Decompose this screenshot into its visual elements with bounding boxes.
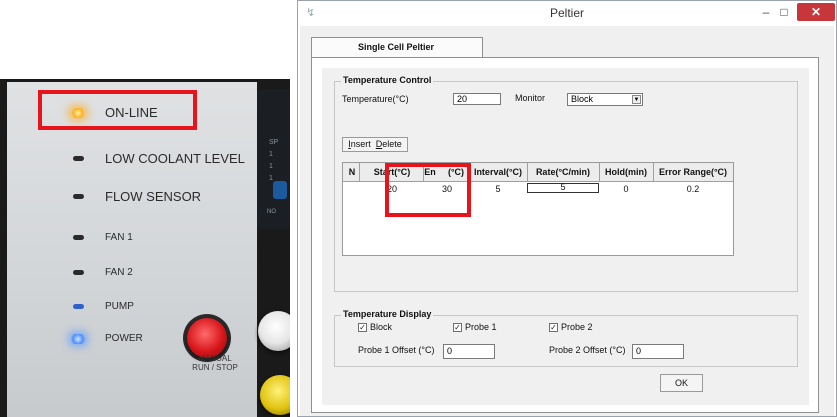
title-bar: ↯ Peltier – □ ✕ xyxy=(298,1,836,25)
fan2-label: FAN 2 xyxy=(105,267,133,278)
display-unit: SP 1 1 1 NO xyxy=(257,89,290,229)
temperature-input[interactable]: 20 xyxy=(453,93,501,105)
probe1-offset-label: Probe 1 Offset (°C) xyxy=(358,345,435,355)
probe1-offset-input[interactable]: 0 xyxy=(443,344,495,359)
col-sep xyxy=(359,163,360,181)
cell-hold[interactable]: 0 xyxy=(599,184,653,194)
low-coolant-led-icon xyxy=(73,156,84,161)
tab-content: Temperature Control Temperature(°C) 20 M… xyxy=(322,68,809,405)
fan1-label: FAN 1 xyxy=(105,232,133,243)
pump-led-icon xyxy=(73,304,84,309)
display-unit-labels: SP 1 1 1 xyxy=(269,137,278,185)
tab-single-cell-peltier[interactable]: Single Cell Peltier xyxy=(311,37,483,58)
close-button[interactable]: ✕ xyxy=(797,3,835,21)
window-client: Single Cell Peltier Temperature Control … xyxy=(300,26,834,416)
start-column-highlight-box xyxy=(385,163,471,217)
fan1-led-icon xyxy=(73,235,84,240)
maximize-button[interactable]: □ xyxy=(776,3,792,21)
yellow-button xyxy=(260,375,290,415)
control-panel: ON-LINE LOW COOLANT LEVEL FLOW SENSOR FA… xyxy=(7,82,257,417)
monitor-label: Monitor xyxy=(515,93,546,103)
insert-delete-toolbar: Insert Delete xyxy=(342,137,408,152)
power-led-icon xyxy=(71,334,85,344)
run-stop-label: RUN / STOP xyxy=(192,363,238,372)
ok-button[interactable]: OK xyxy=(660,374,703,392)
device-label-sp: SP xyxy=(269,139,279,146)
low-coolant-label: LOW COOLANT LEVEL xyxy=(105,151,245,166)
insert-label: nsert xyxy=(350,139,371,149)
header-interval: Interval(°C) xyxy=(473,167,523,177)
white-button xyxy=(258,311,290,351)
insert-button[interactable]: Insert xyxy=(348,139,371,149)
instrument-panel-photo: ON-LINE LOW COOLANT LEVEL FLOW SENSOR FA… xyxy=(0,79,290,417)
probe2-checkbox-label: Probe 2 xyxy=(561,322,593,332)
probe2-offset-input[interactable]: 0 xyxy=(632,344,684,359)
manual-label: MANUAL xyxy=(198,354,232,363)
device-label-1b: 1 xyxy=(269,163,273,170)
display-unit-button xyxy=(273,181,287,199)
tab-page: Temperature Control Temperature(°C) 20 M… xyxy=(311,57,819,413)
power-label: POWER xyxy=(105,333,143,344)
cell-error-range[interactable]: 0.2 xyxy=(653,184,733,194)
probe1-checkbox[interactable]: ✓ xyxy=(453,323,462,332)
header-error-range: Error Range(°C) xyxy=(658,167,728,177)
online-highlight-box xyxy=(38,90,197,130)
monitor-value: Block xyxy=(571,94,594,104)
delete-label: elete xyxy=(382,139,402,149)
manual-run-stop-button xyxy=(187,318,227,358)
chevron-down-icon: ▼ xyxy=(632,95,641,104)
temperature-label: Temperature(°C) xyxy=(342,94,409,104)
flow-sensor-label: FLOW SENSOR xyxy=(105,189,202,204)
probe2-offset-label: Probe 2 Offset (°C) xyxy=(549,345,626,355)
monitor-select[interactable]: Block ▼ xyxy=(567,93,643,106)
device-label-no: NO xyxy=(267,209,276,215)
fan2-led-icon xyxy=(73,270,84,275)
header-hold: Hold(min) xyxy=(605,167,647,177)
flow-sensor-led-icon xyxy=(73,194,84,199)
temperature-display-group: Temperature Display ✓ Block ✓ Probe 1 ✓ … xyxy=(334,309,798,367)
device-label-1a: 1 xyxy=(269,151,273,158)
temperature-display-title: Temperature Display xyxy=(341,309,434,319)
pump-label: PUMP xyxy=(105,301,134,312)
header-rate: Rate(°C/min) xyxy=(535,167,591,177)
peltier-window: ↯ Peltier – □ ✕ Single Cell Peltier Temp… xyxy=(297,0,837,417)
cell-rate[interactable]: 5 xyxy=(527,182,599,192)
probe2-checkbox[interactable]: ✓ xyxy=(549,323,558,332)
window-title: Peltier xyxy=(549,6,584,20)
minimize-button[interactable]: – xyxy=(759,3,773,21)
header-no: N xyxy=(348,167,356,177)
cell-interval[interactable]: 5 xyxy=(469,184,527,194)
probe1-checkbox-label: Probe 1 xyxy=(465,322,497,332)
temperature-control-title: Temperature Control xyxy=(341,75,434,85)
manual-run-stop-label: MANUAL RUN / STOP xyxy=(185,354,245,372)
block-checkbox-label: Block xyxy=(370,322,393,332)
block-checkbox[interactable]: ✓ xyxy=(358,323,367,332)
delete-button[interactable]: Delete xyxy=(376,139,402,149)
